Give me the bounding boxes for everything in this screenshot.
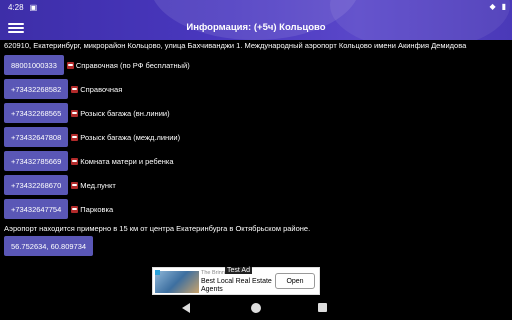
coordinates-button[interactable]: 56.752634, 60.809734 [4, 236, 94, 256]
phone-button[interactable]: +73432647754 [4, 199, 69, 219]
phone-icon [66, 61, 74, 69]
contact-label: Парковка [80, 204, 114, 214]
contact-row: +73432647808 Розыск багажа (межд.линии) [4, 127, 510, 147]
contact-label: Мед.пункт [80, 180, 116, 190]
status-time: 4:28 [8, 2, 24, 12]
test-ad-label: Test Ad [225, 267, 252, 274]
status-bar: 4:28 ▣ ◆ ▮ [0, 0, 512, 14]
toolbar: Информация: (+5ч) Кольцово [0, 17, 512, 39]
page-title: Информация: (+5ч) Кольцово [186, 22, 326, 33]
wifi-icon: ◆ [489, 2, 496, 11]
phone-icon [71, 205, 79, 213]
info-content: 620910, Екатеринбург, микрорайон Кольцов… [4, 41, 510, 256]
phone-button[interactable]: +73432268670 [4, 175, 69, 195]
contact-row: +73432785669 Комната матери и ребенка [4, 151, 510, 171]
contact-row: +73432647754 Парковка [4, 199, 510, 219]
phone-icon [71, 85, 79, 93]
address-text: 620910, Екатеринбург, микрорайон Кольцов… [4, 41, 467, 50]
contact-row: +73432268565 Розыск багажа (вн.линии) [4, 103, 510, 123]
recent-apps-icon[interactable] [318, 303, 327, 312]
home-icon[interactable] [251, 303, 261, 313]
phone-icon [71, 133, 79, 141]
ad-banner[interactable]: Test Ad The Brinn Best Local Real Estate… [152, 267, 320, 295]
ad-headline: Best Local Real Estate Agents [201, 278, 272, 293]
app-bar: 4:28 ▣ ◆ ▮ Информация: (+5ч) Кольцово [0, 0, 512, 40]
location-info: Аэропорт находится примерно в 15 км от ц… [4, 224, 311, 233]
phone-button[interactable]: +73432785669 [4, 151, 69, 171]
contact-label: Розыск багажа (вн.линии) [80, 108, 170, 118]
contact-row: +73432268670 Мед.пункт [4, 175, 510, 195]
phone-button[interactable]: +73432268582 [4, 79, 69, 99]
ad-brand: The Brinn [201, 270, 225, 276]
phone-icon [71, 181, 79, 189]
phone-button[interactable]: 88001000333 [4, 55, 64, 75]
phone-button[interactable]: +73432647808 [4, 127, 69, 147]
phone-icon [71, 157, 79, 165]
back-icon[interactable] [182, 303, 190, 313]
contact-label: Справочная [80, 84, 123, 94]
contact-row: +73432268582 Справочная [4, 79, 510, 99]
contact-label: Комната матери и ребенка [80, 156, 174, 166]
phone-icon [71, 109, 79, 117]
ad-open-button[interactable]: Open [275, 273, 315, 289]
ad-info-icon[interactable] [155, 270, 160, 275]
contact-row: 88001000333 Справочная (по РФ бесплатный… [4, 55, 510, 75]
alert-icon: ▣ [29, 2, 38, 12]
battery-icon: ▮ [501, 2, 506, 11]
contact-label: Справочная (по РФ бесплатный) [75, 60, 190, 70]
navigation-bar [0, 297, 512, 320]
phone-button[interactable]: +73432268565 [4, 103, 69, 123]
ad-image [155, 271, 199, 293]
coordinates-row: 56.752634, 60.809734 [4, 236, 510, 256]
contact-label: Розыск багажа (межд.линии) [80, 132, 181, 142]
